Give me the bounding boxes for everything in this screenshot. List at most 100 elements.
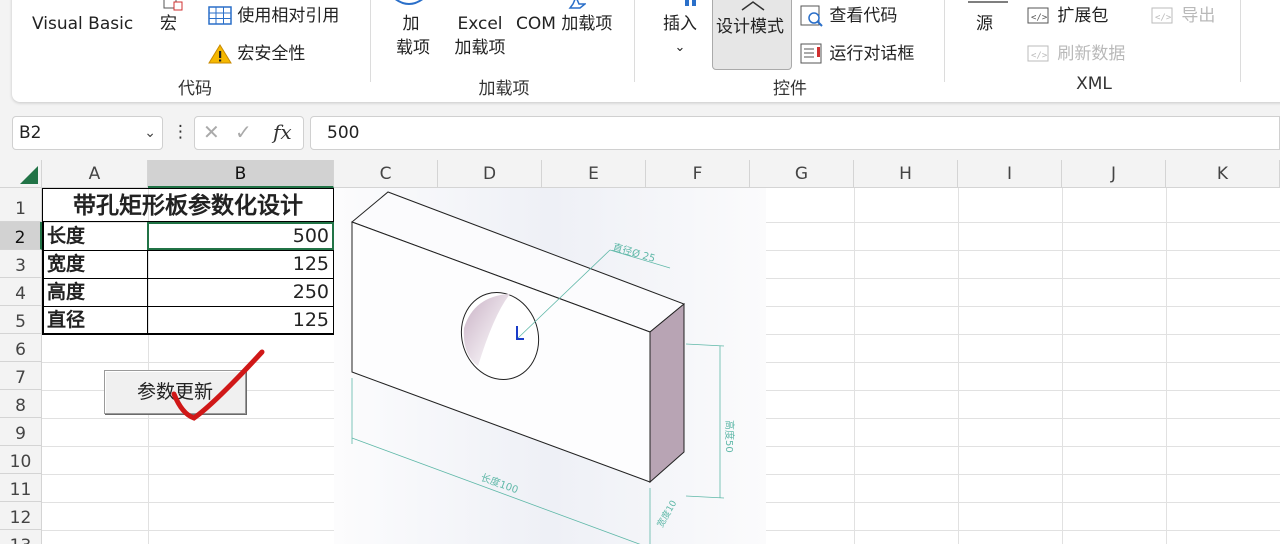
view-code-label: 查看代码	[829, 6, 898, 26]
param-label-height[interactable]: 高度	[43, 279, 147, 305]
name-box[interactable]: B2 ⌄	[12, 116, 163, 150]
run-dialog-icon	[800, 43, 822, 64]
column-header-d[interactable]: D	[438, 160, 542, 188]
refresh-data-icon: </>	[1027, 45, 1049, 62]
cancel-icon[interactable]: ✕	[203, 120, 220, 144]
row-header[interactable]: 7	[0, 362, 42, 390]
macro-security-button[interactable]: 宏安全性	[208, 42, 305, 66]
visual-basic-button[interactable]: Visual Basic	[32, 12, 133, 36]
view-code-icon	[800, 5, 823, 27]
insert-function-button[interactable]: fx	[273, 120, 292, 144]
confirm-icon[interactable]: ✓	[235, 120, 252, 144]
group-separator	[1240, 0, 1241, 82]
use-relative-ref-label: 使用相对引用	[237, 6, 340, 26]
param-value-width[interactable]: 125	[148, 251, 333, 277]
column-header-e[interactable]: E	[542, 160, 646, 188]
chevron-down-icon[interactable]: ⌄	[144, 117, 156, 149]
select-all-button[interactable]	[0, 160, 42, 188]
column-header-b[interactable]: B	[148, 160, 334, 188]
macro-security-label: 宏安全性	[237, 44, 306, 64]
row-header[interactable]: 13	[0, 530, 42, 544]
row-header[interactable]: 1	[0, 188, 42, 222]
more-options-icon[interactable]: ⋮	[172, 122, 189, 142]
param-label-length[interactable]: 长度	[43, 223, 147, 249]
column-header-c[interactable]: C	[334, 160, 438, 188]
insert-control-label: 插入	[663, 14, 697, 34]
name-box-value: B2	[19, 123, 42, 143]
expansion-packs-label: 扩展包	[1057, 6, 1109, 26]
svg-text:</>: </>	[1031, 51, 1048, 61]
row-header[interactable]: 3	[0, 250, 42, 278]
export-label: 导出	[1181, 6, 1216, 26]
column-header-g[interactable]: G	[750, 160, 854, 188]
addins-button[interactable]: 加 载项	[396, 12, 430, 60]
row-header[interactable]: 4	[0, 278, 42, 306]
column-header-f[interactable]: F	[646, 160, 750, 188]
row-header[interactable]: 12	[0, 502, 42, 530]
table-title-cell[interactable]: 带孔矩形板参数化设计	[42, 188, 334, 222]
param-value-diameter[interactable]: 125	[148, 307, 333, 333]
macros-icon	[163, 0, 183, 11]
gridline	[1166, 188, 1167, 544]
column-header-i[interactable]: I	[958, 160, 1062, 188]
svg-text:</>: </>	[1155, 13, 1172, 23]
row-header[interactable]: 2	[0, 222, 42, 250]
code-group-label: 代码	[178, 79, 212, 99]
export-button[interactable]: </> 导出	[1150, 4, 1215, 28]
source-button[interactable]: 源	[976, 12, 993, 36]
row-header[interactable]: 11	[0, 474, 42, 502]
expansion-packs-icon: </>	[1027, 7, 1049, 24]
column-header-h[interactable]: H	[854, 160, 958, 188]
column-header-a[interactable]: A	[42, 160, 148, 188]
excel-addins-button[interactable]: Excel 加载项	[452, 12, 508, 60]
insert-control-button[interactable]: 插入 ⌄	[660, 12, 700, 60]
gridline	[958, 188, 959, 544]
expansion-packs-button[interactable]: </> 扩展包	[1026, 4, 1108, 28]
macros-button[interactable]: 宏	[160, 12, 177, 36]
view-code-button[interactable]: 查看代码	[800, 4, 897, 28]
height-dimension-label: 高度50	[723, 420, 736, 453]
checkmark-annotation	[171, 349, 265, 421]
gridline	[1062, 188, 1063, 544]
param-value-height[interactable]: 250	[148, 279, 333, 305]
svg-text:</>: </>	[1031, 13, 1048, 23]
chevron-down-icon: ⌄	[674, 40, 686, 55]
warning-icon	[208, 44, 232, 64]
excel-addins-label-line1: Excel	[457, 14, 503, 34]
xml-group-label: XML	[1076, 74, 1112, 94]
design-mode-label: 设计模式	[716, 17, 784, 37]
use-relative-ref-button[interactable]: 使用相对引用	[208, 4, 339, 28]
table-border	[42, 333, 334, 335]
formula-input[interactable]: 500	[310, 116, 1280, 150]
param-value-length[interactable]: 500	[147, 222, 334, 250]
source-label: 源	[976, 14, 993, 34]
addins-label-line1: 加	[402, 14, 420, 34]
worksheet-grid: A B C D E F G H I J K 1 2 3 4 5 6 7 8 9 …	[0, 160, 1280, 544]
param-label-diameter[interactable]: 直径	[43, 307, 147, 333]
row-header[interactable]: 10	[0, 446, 42, 474]
run-dialog-button[interactable]: 运行对话框	[800, 42, 914, 66]
formula-buttons: ✕ ✓ fx	[194, 116, 304, 150]
macros-label: 宏	[160, 14, 177, 34]
refresh-data-label: 刷新数据	[1057, 44, 1126, 64]
cad-drawing: 直径Ø 25 长度100 高度50 宽度10	[334, 188, 766, 544]
gridline	[854, 188, 855, 544]
group-separator	[944, 0, 945, 82]
row-header[interactable]: 6	[0, 334, 42, 362]
formula-bar: B2 ⌄ ⋮ ✕ ✓ fx 500	[0, 114, 1280, 152]
param-label-width[interactable]: 宽度	[43, 251, 147, 277]
table-grid-icon	[208, 6, 232, 25]
column-header-j[interactable]: J	[1062, 160, 1166, 188]
com-addins-button[interactable]: COM 加载项	[516, 12, 612, 36]
visual-basic-label: Visual Basic	[32, 14, 134, 34]
row-header[interactable]: 8	[0, 390, 42, 418]
row-header[interactable]: 9	[0, 418, 42, 446]
refresh-data-button[interactable]: </> 刷新数据	[1026, 42, 1125, 66]
group-separator	[370, 0, 371, 82]
plate-side-face	[649, 302, 685, 484]
controls-group-label: 控件	[773, 79, 807, 99]
row-header[interactable]: 5	[0, 306, 42, 334]
column-header-k[interactable]: K	[1166, 160, 1280, 188]
run-dialog-label: 运行对话框	[829, 44, 915, 64]
design-mode-button[interactable]: 设计模式	[712, 0, 792, 70]
